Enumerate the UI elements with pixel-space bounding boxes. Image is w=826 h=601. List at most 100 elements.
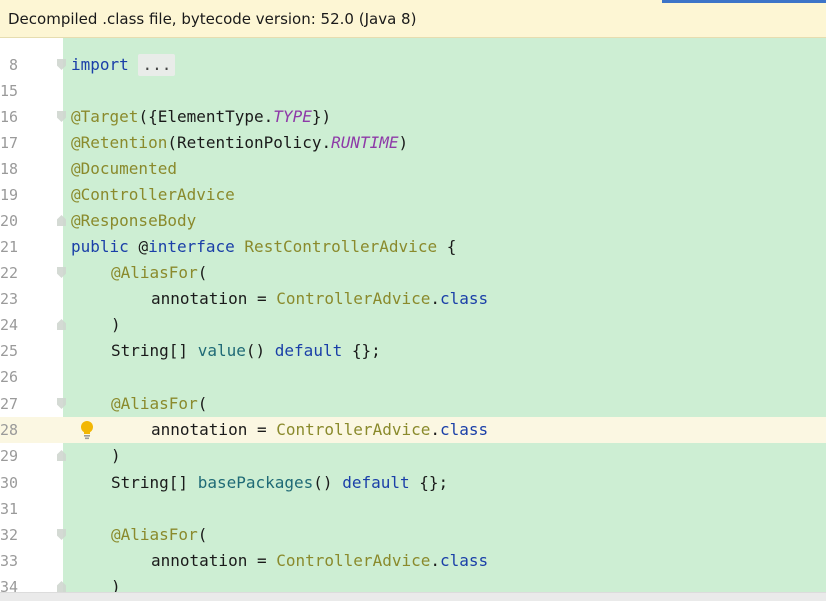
code-token: annotation = [151,289,277,308]
enum-constant: TYPE [273,107,312,126]
code-token: ({ElementType. [138,107,274,126]
fold-marker-icon[interactable] [57,529,66,540]
code-line: 16 @Target({ElementType.TYPE}) [0,104,826,130]
line-number: 28 [0,421,19,439]
line-number: 16 [0,108,19,126]
code-token: {}; [409,473,449,492]
annotation: @AliasFor [111,525,198,544]
code-token: { [446,237,457,256]
enum-constant: RUNTIME [331,133,399,152]
code-token: annotation = [151,420,277,439]
code-token: {}; [342,341,381,360]
annotation: @AliasFor [111,394,198,413]
code-line: 15 [0,78,826,104]
fold-marker-icon[interactable] [57,581,66,592]
fold-marker-icon[interactable] [57,111,66,122]
annotation: @ControllerAdvice [71,185,235,204]
code-token: ) [111,577,121,592]
annotation: @Documented [71,159,177,178]
line-number: 17 [0,134,19,152]
annotation: @Retention [71,133,168,152]
line-number: 34 [0,578,19,592]
code-line: 34 ) [0,574,826,592]
line-number: 20 [0,212,19,230]
code-token: (RetentionPolicy. [167,133,332,152]
keyword: interface [148,237,235,256]
class-reference: ControllerAdvice [276,420,431,439]
class-name: RestControllerAdvice [244,237,438,256]
line-number: 25 [0,342,19,360]
code-token: . [430,289,440,308]
keyword: public [71,237,129,256]
folded-imports[interactable]: ... [138,54,176,76]
fold-marker-icon[interactable] [57,398,66,409]
code-line: 22 @AliasFor( [0,260,826,286]
fold-marker-icon[interactable] [57,450,66,461]
banner-text: Decompiled .class file, bytecode version… [8,10,417,28]
annotation: @ResponseBody [71,211,197,230]
code-text: annotation = ControllerAdvice.class [151,286,488,312]
code-text: @Target({ElementType.TYPE}) [71,104,331,130]
code-token: }) [311,107,332,126]
code-line: 30 String[] basePackages() default {}; [0,470,826,496]
fold-marker-icon[interactable] [57,319,66,330]
line-number: 19 [0,186,19,204]
code-token: ) [111,446,121,465]
code-token: ( [197,394,208,413]
code-text: @Documented [71,156,177,182]
code-text: public @interface RestControllerAdvice { [71,234,456,260]
code-text: @AliasFor( [111,391,207,417]
code-text: annotation = ControllerAdvice.class [151,548,488,574]
code-text: ) [111,443,121,469]
line-number: 30 [0,474,19,492]
code-token: . [430,551,440,570]
fold-marker-icon[interactable] [57,59,66,70]
code-token: ( [197,525,208,544]
code-line: 29 ) [0,443,826,469]
code-line: 17 @Retention(RetentionPolicy.RUNTIME) [0,130,826,156]
line-number: 15 [0,82,19,100]
code-text: @AliasFor( [111,260,207,286]
fold-marker-icon[interactable] [57,215,66,226]
code-token: String[] [111,473,198,492]
code-text: String[] basePackages() default {}; [111,470,448,496]
line-number: 18 [0,160,19,178]
code-text: ) [111,312,121,338]
horizontal-scrollbar[interactable] [0,592,826,601]
code-token: ) [111,315,121,334]
keyword: import [71,55,129,74]
fold-marker-icon[interactable] [57,267,66,278]
line-number: 21 [0,238,19,256]
line-number: 23 [0,290,19,308]
code-token: ( [197,263,208,282]
code-line: 26 [0,364,826,390]
code-line: 27 @AliasFor( [0,391,826,417]
code-text: @Retention(RetentionPolicy.RUNTIME) [71,130,408,156]
code-line: 31 [0,496,826,522]
code-text: annotation = ControllerAdvice.class [151,417,488,443]
code-text: ) [111,574,121,592]
code-token: . [430,420,440,439]
line-number: 29 [0,447,19,465]
code-text: String[] value() default {}; [111,338,381,364]
code-token: () [313,473,343,492]
code-line: 23 annotation = ControllerAdvice.class [0,286,826,312]
class-reference: ControllerAdvice [276,289,431,308]
method-name: value [197,341,246,360]
keyword: class [440,420,489,439]
line-number: 22 [0,264,19,282]
keyword: default [274,341,343,360]
class-reference: ControllerAdvice [276,551,431,570]
lightbulb-icon[interactable] [80,420,94,440]
current-code-line: 28 annotation = ControllerAdvice.class [0,417,826,443]
code-line: 32 @AliasFor( [0,522,826,548]
code-token: @ [138,237,149,256]
line-number: 8 [8,56,18,74]
code-line: 33 annotation = ControllerAdvice.class [0,548,826,574]
code-token: annotation = [151,551,277,570]
line-number: 33 [0,552,19,570]
line-number: 27 [0,395,19,413]
code-text: @ResponseBody [71,208,196,234]
code-line: 19 @ControllerAdvice [0,182,826,208]
line-number: 26 [0,368,19,386]
